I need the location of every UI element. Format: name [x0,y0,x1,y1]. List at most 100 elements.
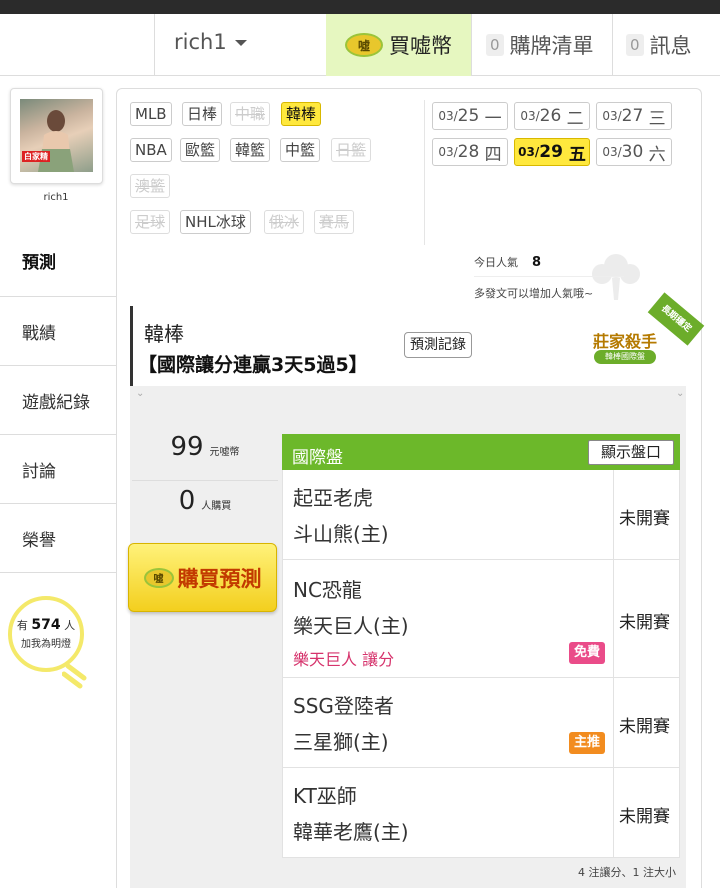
popularity: 今日人氣 8 [474,254,541,270]
date-button[interactable]: 03/28 四 [432,138,508,166]
home-team: 韓華老鷹(主) [293,820,409,844]
game-row[interactable]: 起亞老虎 斗山熊(主) 未開賽 [282,470,680,560]
date-weekday: 二 [566,108,584,129]
sport-chip-korea-basketball[interactable]: 韓籃 [230,138,271,162]
buyers-stat: 0 人購買 [132,486,278,530]
sidebar-item-discussion[interactable]: 討論 [0,434,116,503]
sport-chip-mlb[interactable]: MLB [130,102,172,126]
game-status: 未開賽 [619,509,670,529]
award-badge: 莊家殺手 韓棒國際盤 [586,312,666,372]
sport-chip-npb[interactable]: 日棒 [182,102,223,126]
coin-icon: 噓 [345,33,383,57]
date-month: 03/ [520,109,540,123]
popularity-note: 多發文可以增加人氣哦~ [474,287,594,300]
sport-chip-euro-basketball[interactable]: 歐籃 [180,138,221,162]
pick-summary: 4 注讓分、1 注大小 [578,866,676,879]
date-day: 25 [457,106,480,126]
column-divider [613,560,614,677]
buy-prediction-label: 購買預測 [177,566,262,591]
buyers-unit: 人購買 [201,501,232,512]
game-status: 未開賽 [619,807,670,827]
date-day: 30 [621,142,644,162]
sport-chip-australia-basketball: 澳籃 [130,174,171,198]
follower-prefix: 有 [16,619,28,632]
date-button[interactable]: 03/26 二 [514,102,590,130]
user-menu[interactable]: rich1 [174,30,247,54]
show-odds-button[interactable]: 顯示盤口 [588,440,674,465]
sport-chip-japan-basketball: 日籃 [331,138,372,162]
sidebar-item-label: 戰績 [22,323,56,344]
messages-label: 訊息 [649,34,692,58]
away-team: 起亞老虎 [293,486,373,510]
game-row[interactable]: NC恐龍 樂天巨人(主) 樂天巨人 讓分 免費 未開賽 [282,560,680,678]
watchlist-count: 0 [486,34,504,56]
avatar-card[interactable]: 白家精 [10,88,103,184]
date-button[interactable]: 03/27 三 [596,102,672,130]
popularity-value: 8 [532,255,542,270]
home-team: 樂天巨人(主) [293,614,409,638]
away-team: NC恐龍 [293,578,362,602]
sidebar-item-record[interactable]: 戰績 [0,296,116,365]
sport-chip-cpbl: 中職 [230,102,271,126]
handicap-pick: 樂天巨人 讓分 [293,650,395,669]
home-team: 斗山熊(主) [293,522,389,546]
price-unit: 元噓幣 [209,447,240,458]
date-button[interactable]: 03/25 一 [432,102,508,130]
coin-icon: 噓 [143,567,174,588]
sport-chip-nhl[interactable]: NHL冰球 [180,210,251,234]
messages-button[interactable]: 0 訊息 [626,14,692,76]
user-menu-label: rich1 [174,30,227,54]
corner-mark: ⌄ [136,388,145,399]
date-day: 29 [539,142,563,162]
watchlist-button[interactable]: 0 購牌清單 [486,14,594,76]
sidebar-item-label: 榮譽 [22,530,56,551]
prediction-record-button[interactable]: 預測記錄 [404,332,472,358]
date-weekday: 四 [484,144,502,165]
sport-chip-china-basketball[interactable]: 中籃 [280,138,321,162]
column-divider [613,470,614,559]
sidebar-item-label: 預測 [22,253,56,273]
date-button-selected[interactable]: 03/29 五 [514,138,590,166]
popularity-divider [474,276,624,277]
sport-chip-kbo[interactable]: 韓棒 [281,102,322,126]
date-month: 03/ [518,145,540,159]
date-month: 03/ [438,109,458,123]
date-month: 03/ [602,109,622,123]
sport-chip-horse-racing: 賽馬 [314,210,355,234]
buy-coins-button[interactable]: 噓 買嘘幣 [326,14,471,76]
buy-prediction-button[interactable]: 噓 購買預測 [128,543,277,612]
date-month: 03/ [602,145,622,159]
away-team: SSG登陸者 [293,694,394,718]
date-weekday: 一 [484,108,502,129]
sidebar-item-label: 討論 [22,461,56,482]
stat-divider [132,480,278,481]
avatar-tag: 白家精 [22,151,50,162]
column-divider [613,768,614,857]
column-divider [613,678,614,767]
date-button[interactable]: 03/30 六 [596,138,672,166]
follower-suffix: 人 [64,619,76,632]
avatar: 白家精 [20,99,93,172]
sport-chip-nba[interactable]: NBA [130,138,172,162]
header-divider [612,14,613,76]
away-team: KT巫師 [293,784,357,808]
date-weekday: 六 [648,144,666,165]
sidebar-item-label: 遊戲紀錄 [22,392,90,413]
prediction-headline: 【國際讓分連贏3天5過5】 [138,354,368,376]
follower-count: 574 [31,617,61,633]
sidebar-item-predict[interactable]: 預測 [0,226,116,295]
prediction-league: 韓棒 [144,322,184,346]
date-weekday: 五 [568,144,586,165]
corner-mark: ⌄ [676,388,685,399]
game-row[interactable]: KT巫師 韓華老鷹(主) 未開賽 [282,768,680,858]
watchlist-label: 購牌清單 [509,34,594,58]
badge-title: 莊家殺手 [592,332,657,351]
sidebar-item-game-log[interactable]: 遊戲紀錄 [0,365,116,434]
buy-coins-label: 買嘘幣 [389,34,452,58]
lightbulb-follow[interactable]: 有 574 人 加我為明燈 [8,596,87,696]
buyers-value: 0 [178,486,196,516]
messages-count: 0 [626,34,644,56]
sidebar-item-honor[interactable]: 榮譽 [0,503,116,572]
follower-caption: 加我為明燈 [21,639,71,650]
game-row[interactable]: SSG登陸者 三星獅(主) 主推 未開賽 [282,678,680,768]
